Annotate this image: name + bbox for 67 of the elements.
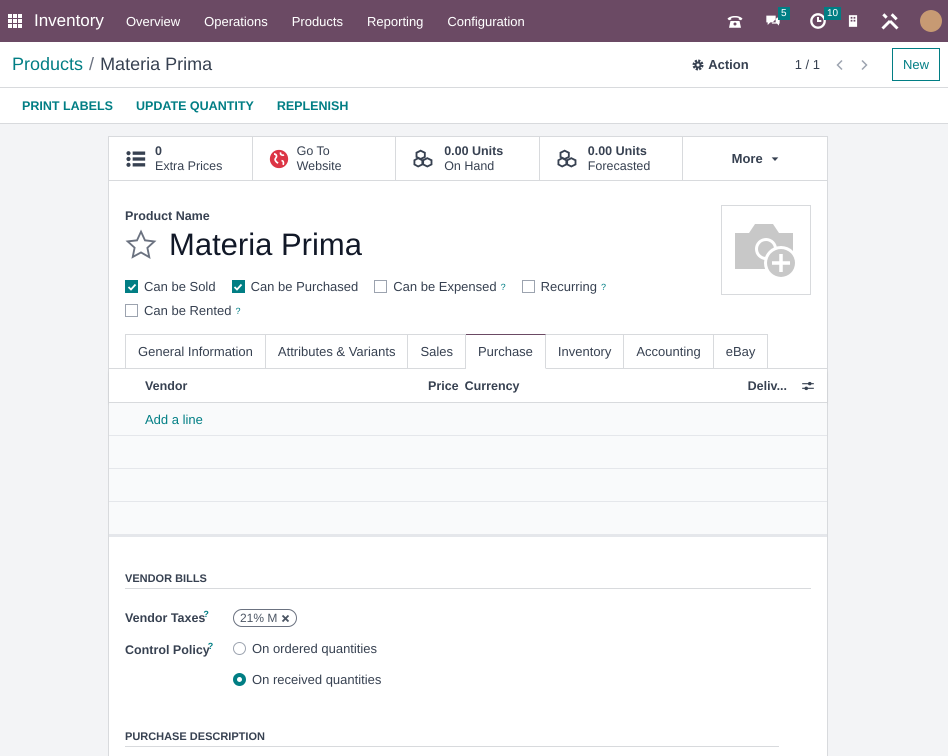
breadcrumb-separator: / (89, 54, 94, 75)
checkbox[interactable] (232, 280, 245, 293)
field-label: Control Policy$^{?}$ (125, 641, 214, 658)
checkbox[interactable] (374, 280, 388, 293)
menu-item[interactable]: Operations (204, 14, 268, 28)
column-header[interactable]: Currency (464, 378, 748, 392)
header-button[interactable]: UPDATE QUANTITY (136, 98, 254, 112)
menu-item[interactable]: Configuration (447, 14, 525, 28)
stat-button[interactable]: Go To Website (252, 137, 396, 180)
checkbox[interactable] (125, 280, 138, 293)
record-title: Materia Prima (100, 54, 212, 75)
tab[interactable]: eBay (714, 334, 768, 369)
tab[interactable]: Sales (408, 334, 466, 369)
new-button[interactable]: New (892, 48, 940, 81)
product-name[interactable]: Materia Prima (169, 227, 362, 263)
checkbox-option[interactable]: Can be Expensed $^{?}$ (374, 279, 506, 294)
checkbox-option[interactable]: Recurring $^{?}$ (522, 279, 606, 294)
radio-button[interactable] (233, 642, 246, 655)
building-icon (846, 13, 860, 29)
menu-item[interactable]: Reporting (367, 14, 424, 28)
breadcrumb-link[interactable]: Products (12, 54, 84, 75)
remove-icon (281, 614, 290, 622)
star-icon (125, 229, 157, 261)
section-title: VENDOR BILLS (125, 573, 811, 589)
header-button[interactable]: REPLENISH (276, 98, 348, 112)
menu-item[interactable]: Overview (126, 14, 180, 28)
checkbox[interactable] (522, 280, 535, 293)
apps-menu-icon (8, 14, 22, 28)
tax-tag[interactable]: 21% M (233, 609, 298, 627)
add-line-link[interactable]: Add a line (145, 412, 203, 426)
clock-icon (810, 13, 826, 29)
column-header[interactable]: Vendor (145, 378, 428, 392)
app-name[interactable]: Inventory (34, 11, 104, 31)
stat-button[interactable]: 0 Extra Prices (109, 137, 253, 180)
tools-icon (880, 11, 900, 31)
globe-icon (268, 148, 289, 168)
checkbox[interactable] (125, 304, 138, 317)
action-button[interactable]: Action (692, 57, 749, 72)
message-count-badge: 5 (778, 7, 790, 20)
list-icon (125, 148, 147, 168)
pager: 1 / 1 (794, 57, 820, 72)
column-header[interactable]: Deliv... (748, 378, 787, 392)
user-avatar[interactable] (920, 10, 942, 32)
image-upload[interactable] (721, 205, 811, 295)
tab[interactable]: Attributes & Variants (266, 334, 408, 369)
tab[interactable]: Accounting (624, 334, 714, 369)
stat-button[interactable]: 0.00 Units Forecasted (540, 137, 684, 180)
stat-button[interactable]: 0.00 Units On Hand (396, 137, 540, 180)
field-label: Vendor Taxes$^{?}$ (125, 609, 210, 626)
checkbox-option[interactable]: Can be Rented $^{?}$ (125, 303, 240, 318)
section-title: PURCHASE DESCRIPTION (125, 731, 779, 747)
checkbox-option[interactable]: Can be Sold (125, 279, 216, 294)
radio-option[interactable]: On received quantities (233, 672, 382, 687)
radio-button[interactable] (233, 673, 246, 686)
column-header[interactable]: Price (428, 378, 459, 392)
settings-icon (692, 58, 704, 70)
field-label: Product Name (125, 209, 211, 223)
caret-icon (770, 154, 779, 162)
tab[interactable]: Purchase (466, 334, 546, 369)
tab[interactable]: General Information (125, 334, 266, 369)
menu-item[interactable]: Products (292, 14, 344, 28)
header-button[interactable]: PRINT LABELS (22, 98, 113, 112)
more-button[interactable]: More (683, 137, 827, 180)
checkbox-option[interactable]: Can be Purchased (232, 279, 358, 294)
activity-count-badge: 10 (824, 7, 842, 20)
radio-option[interactable]: On ordered quantities (233, 641, 382, 656)
tab[interactable]: Inventory (546, 334, 624, 369)
